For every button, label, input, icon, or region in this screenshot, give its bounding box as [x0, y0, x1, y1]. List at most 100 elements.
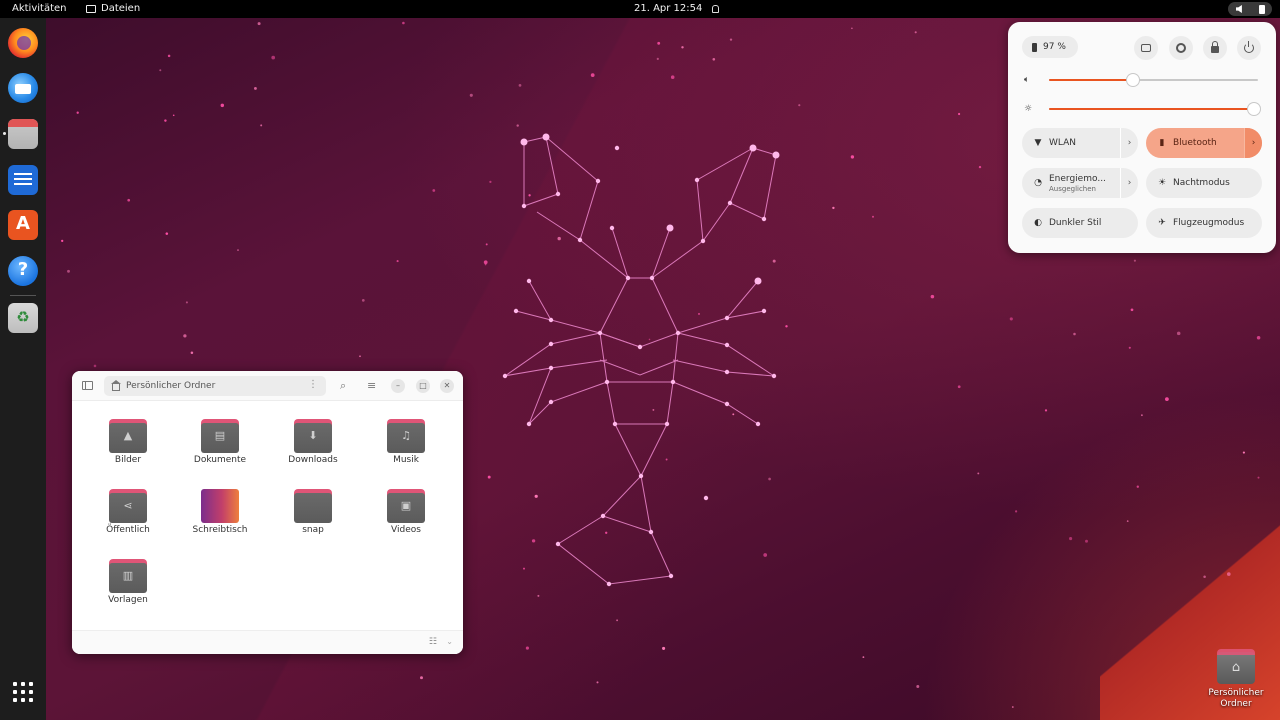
thunderbird-icon[interactable]: [8, 73, 38, 103]
lock-button[interactable]: [1203, 36, 1227, 60]
volume-knob[interactable]: [1126, 74, 1139, 86]
constellation-node: [502, 373, 508, 379]
volume-fill: [1049, 79, 1133, 81]
folder-item[interactable]: ⋖ Öffentlich: [88, 481, 168, 545]
toggle-night-light[interactable]: ☀ Nachtmodus: [1146, 168, 1262, 198]
toggle-wifi[interactable]: ▼ WLAN ›: [1022, 128, 1138, 158]
volume-track[interactable]: [1049, 74, 1258, 86]
constellation-node: [668, 573, 674, 579]
clock[interactable]: 21. Apr 12:54: [634, 0, 720, 18]
folder-icon: [86, 5, 96, 13]
firefox-icon[interactable]: [8, 28, 38, 58]
sidebar-toggle-icon[interactable]: [82, 381, 93, 390]
screenshot-button[interactable]: [1134, 36, 1158, 60]
constellation-node: [614, 145, 620, 151]
toggle-title: Flugzeugmodus: [1173, 218, 1245, 228]
writer-icon[interactable]: [8, 165, 38, 195]
constellation-node: [513, 308, 519, 314]
constellation-node: [526, 278, 532, 284]
constellation-node: [637, 344, 643, 350]
screenshot-icon: [1141, 44, 1151, 52]
folder-label: Dokumente: [193, 455, 247, 465]
dock: [0, 18, 46, 720]
chevron-right-icon[interactable]: ›: [1120, 128, 1138, 158]
minimize-button[interactable]: –: [391, 379, 405, 393]
folder-icon: ▲: [109, 419, 147, 453]
constellation-node: [755, 421, 761, 427]
close-button[interactable]: ✕: [440, 379, 454, 393]
constellation-node: [595, 178, 601, 184]
brightness-knob[interactable]: [1247, 103, 1260, 115]
notification-bell-icon: [712, 5, 720, 13]
folder-item[interactable]: ▤ Dokumente: [180, 411, 260, 475]
constellation-node: [625, 275, 631, 281]
toggle-title: Bluetooth: [1173, 138, 1217, 148]
activities-button[interactable]: Aktivitäten: [12, 0, 67, 18]
folder-item[interactable]: ▥ Vorlagen: [88, 551, 168, 615]
help-icon[interactable]: [8, 256, 38, 286]
toggle-subtitle: Ausgeglichen: [1049, 184, 1096, 193]
trash-icon[interactable]: [8, 303, 38, 333]
folder-label: Videos: [391, 525, 421, 535]
files-icon[interactable]: [8, 119, 38, 149]
folder-item[interactable]: ▲ Bilder: [88, 411, 168, 475]
constellation-node: [772, 151, 780, 159]
toggle-label: Dunkler Stil: [1049, 218, 1138, 228]
toggle-label: Bluetooth: [1173, 138, 1244, 148]
battery-status[interactable]: 97 %: [1022, 36, 1078, 58]
folder-item[interactable]: ♫ Musik: [366, 411, 446, 475]
chevron-right-icon[interactable]: ›: [1120, 168, 1138, 198]
folder-icon: ⋖: [109, 489, 147, 523]
dark-style-icon: ◐: [1034, 218, 1042, 228]
window-footer: ☷ ⌄: [72, 630, 463, 654]
constellation-node: [548, 399, 554, 405]
files-window: Persönlicher Ordner ⋮ ⌕ ≡ – □ ✕ ▲ Bilder ▤…: [72, 371, 463, 654]
folder-item[interactable]: ▣ Videos: [366, 481, 446, 545]
constellation-node: [664, 421, 670, 427]
view-mode-icon[interactable]: ☷: [429, 637, 437, 647]
maximize-button[interactable]: □: [416, 379, 430, 393]
brightness-slider[interactable]: ☼: [1024, 103, 1264, 115]
toggle-bluetooth[interactable]: ▮ Bluetooth ›: [1146, 128, 1262, 158]
more-options-icon[interactable]: ⋮: [308, 379, 318, 390]
folder-item[interactable]: Schreibtisch: [180, 481, 260, 545]
battery-icon: [1258, 4, 1265, 14]
constellation-node: [649, 275, 655, 281]
volume-slider[interactable]: 🔈︎: [1024, 74, 1264, 86]
power-mode-icon: ◔: [1034, 178, 1042, 188]
desktop-home-label: Persönlicher Ordner: [1198, 688, 1274, 710]
menu-icon[interactable]: ≡: [367, 379, 376, 392]
folder-icon: ⬇: [294, 419, 332, 453]
toggle-dark-style[interactable]: ◐ Dunkler Stil: [1022, 208, 1138, 238]
constellation-node: [670, 379, 676, 385]
toggle-power-mode[interactable]: ◔ Energiemo... Ausgeglichen ›: [1022, 168, 1138, 198]
constellation-node: [526, 421, 532, 427]
desktop-home-folder[interactable]: ⌂ Persönlicher Ordner: [1198, 649, 1274, 716]
settings-button[interactable]: [1169, 36, 1193, 60]
folder-item[interactable]: ⬇ Downloads: [273, 411, 353, 475]
search-icon[interactable]: ⌕: [340, 379, 346, 393]
running-indicator: [3, 132, 6, 135]
wifi-icon: ▼: [1034, 138, 1042, 148]
toggle-title: Dunkler Stil: [1049, 218, 1102, 228]
app-menu[interactable]: Dateien: [86, 0, 140, 18]
folder-icon: ▥: [109, 559, 147, 593]
folder-item[interactable]: snap: [273, 481, 353, 545]
chevron-down-icon[interactable]: ⌄: [446, 637, 453, 646]
constellation-node: [703, 495, 709, 501]
chevron-right-icon[interactable]: ›: [1244, 128, 1262, 158]
constellation-node: [577, 237, 583, 243]
system-tray[interactable]: [1228, 2, 1272, 16]
constellation-node: [609, 225, 615, 231]
constellation-node: [666, 224, 674, 232]
home-icon: [111, 379, 121, 391]
constellation-node: [771, 373, 777, 379]
location-bar[interactable]: Persönlicher Ordner ⋮: [104, 376, 326, 396]
show-apps-grid-icon[interactable]: [13, 682, 33, 702]
toggle-airplane[interactable]: ✈ Flugzeugmodus: [1146, 208, 1262, 238]
constellation-node: [542, 133, 550, 141]
brightness-track[interactable]: [1049, 103, 1260, 115]
power-button[interactable]: [1237, 36, 1261, 60]
app-center-icon[interactable]: [8, 210, 38, 240]
constellation-node: [521, 203, 527, 209]
